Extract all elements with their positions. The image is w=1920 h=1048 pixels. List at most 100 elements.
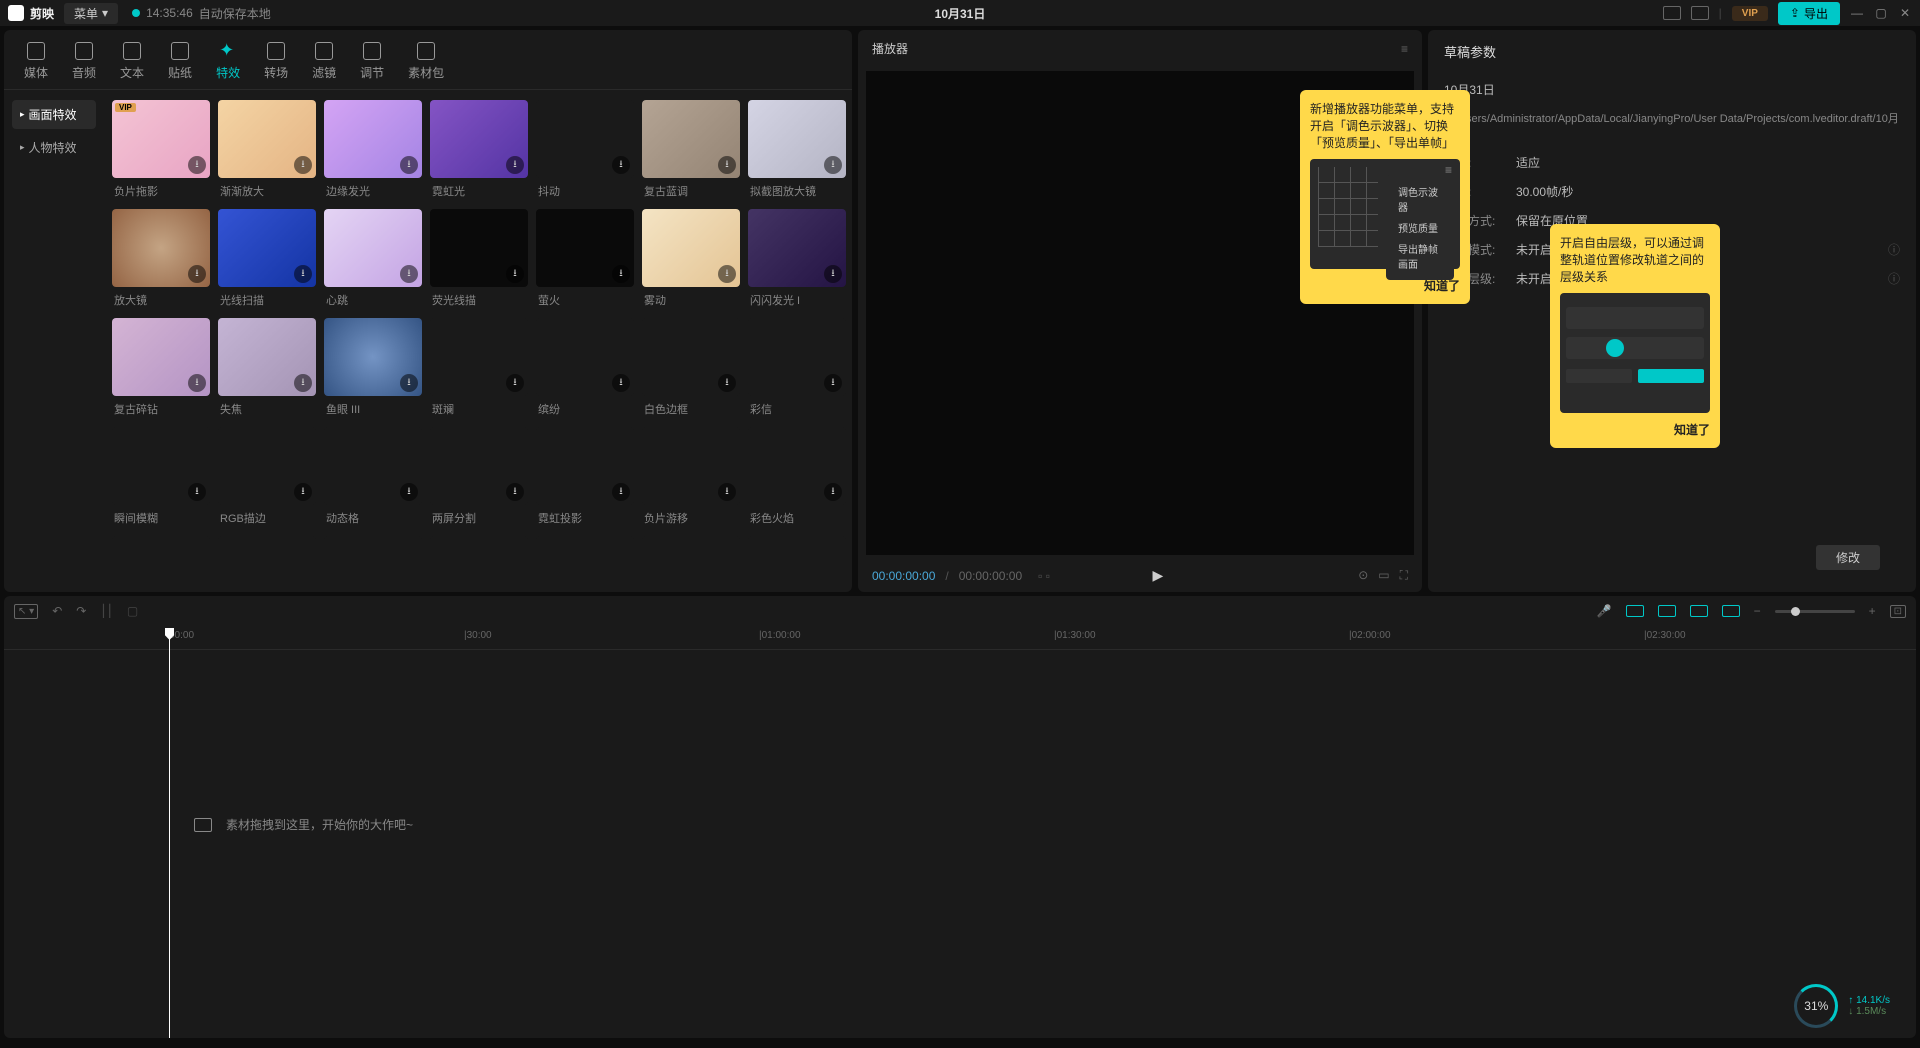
- effect-item[interactable]: ⭳斑斓: [430, 318, 528, 417]
- fullscreen-icon[interactable]: ⛶: [1400, 568, 1408, 583]
- tl-opt-1[interactable]: [1626, 605, 1644, 617]
- select-tool[interactable]: ↖ ▾: [14, 604, 38, 619]
- info-icon[interactable]: ⓘ: [1888, 270, 1900, 287]
- effect-item[interactable]: ⭳缤纷: [536, 318, 634, 417]
- download-icon[interactable]: ⭳: [718, 483, 736, 501]
- effect-item[interactable]: ⭳两屏分割: [430, 427, 528, 526]
- top-tab-6[interactable]: 滤镜: [304, 38, 344, 85]
- download-icon[interactable]: ⭳: [824, 483, 842, 501]
- shortcut-icon[interactable]: [1663, 6, 1681, 20]
- player-menu-icon[interactable]: ≡: [1401, 42, 1408, 56]
- download-icon[interactable]: ⭳: [506, 265, 524, 283]
- download-icon[interactable]: ⭳: [612, 374, 630, 392]
- zoom-fit-button[interactable]: ⊡: [1890, 605, 1906, 618]
- effect-item[interactable]: VIP⭳负片拖影: [112, 100, 210, 199]
- top-tab-7[interactable]: 调节: [352, 38, 392, 85]
- download-icon[interactable]: ⭳: [612, 265, 630, 283]
- download-icon[interactable]: ⭳: [506, 483, 524, 501]
- effect-item[interactable]: ⭳动态格: [324, 427, 422, 526]
- top-tab-4[interactable]: 特效: [208, 38, 248, 85]
- download-icon[interactable]: ⭳: [718, 265, 736, 283]
- effect-item[interactable]: ⭳霓虹光: [430, 100, 528, 199]
- ratio-icon[interactable]: ▭: [1378, 568, 1389, 583]
- effect-item[interactable]: ⭳瞬间模糊: [112, 427, 210, 526]
- effect-item[interactable]: ⭳RGB描边: [218, 427, 316, 526]
- top-tab-0[interactable]: 媒体: [16, 38, 56, 85]
- download-icon[interactable]: ⭳: [824, 156, 842, 174]
- top-tab-5[interactable]: 转场: [256, 38, 296, 85]
- info-icon[interactable]: ⓘ: [1888, 241, 1900, 258]
- effect-item[interactable]: ⭳抖动: [536, 100, 634, 199]
- download-icon[interactable]: ⭳: [188, 156, 206, 174]
- timeline[interactable]: 00:00|30:00|01:00:00|01:30:00|02:00:00|0…: [4, 626, 1916, 1038]
- maximize-button[interactable]: ▢: [1874, 6, 1888, 20]
- effect-item[interactable]: ⭳渐渐放大: [218, 100, 316, 199]
- category-1[interactable]: ▸ 人物特效: [12, 133, 96, 162]
- tl-opt-2[interactable]: [1658, 605, 1676, 617]
- download-icon[interactable]: ⭳: [718, 156, 736, 174]
- top-tab-3[interactable]: 贴纸: [160, 38, 200, 85]
- effect-item[interactable]: ⭳白色边框: [642, 318, 740, 417]
- effect-item[interactable]: ⭳放大镜: [112, 209, 210, 308]
- tl-opt-3[interactable]: [1690, 605, 1708, 617]
- download-icon[interactable]: ⭳: [824, 374, 842, 392]
- zoom-slider[interactable]: [1775, 610, 1855, 613]
- reset-view-icon[interactable]: ⊙: [1358, 568, 1368, 583]
- redo-button[interactable]: ↷: [76, 604, 86, 618]
- effect-item[interactable]: ⭳失焦: [218, 318, 316, 417]
- effect-item[interactable]: ⭳拟截图放大镜: [748, 100, 846, 199]
- download-icon[interactable]: ⭳: [188, 265, 206, 283]
- zoom-in-button[interactable]: +: [1869, 604, 1876, 618]
- download-icon[interactable]: ⭳: [506, 374, 524, 392]
- effect-item[interactable]: ⭳霓虹投影: [536, 427, 634, 526]
- effect-item[interactable]: ⭳鱼眼 III: [324, 318, 422, 417]
- download-icon[interactable]: ⭳: [506, 156, 524, 174]
- vip-badge[interactable]: VIP: [1732, 6, 1768, 21]
- effect-item[interactable]: ⭳复古碎钻: [112, 318, 210, 417]
- download-icon[interactable]: ⭳: [718, 374, 736, 392]
- download-icon[interactable]: ⭳: [294, 374, 312, 392]
- download-icon[interactable]: ⭳: [400, 374, 418, 392]
- download-icon[interactable]: ⭳: [294, 156, 312, 174]
- effect-item[interactable]: ⭳边缘发光: [324, 100, 422, 199]
- download-icon[interactable]: ⭳: [612, 483, 630, 501]
- record-audio-button[interactable]: 🎤: [1597, 604, 1612, 618]
- download-icon[interactable]: ⭳: [400, 265, 418, 283]
- download-icon[interactable]: ⭳: [294, 483, 312, 501]
- effect-item[interactable]: ⭳萤火: [536, 209, 634, 308]
- effect-item[interactable]: ⭳负片游移: [642, 427, 740, 526]
- effect-item[interactable]: ⭳心跳: [324, 209, 422, 308]
- effect-item[interactable]: ⭳荧光线描: [430, 209, 528, 308]
- download-icon[interactable]: ⭳: [294, 265, 312, 283]
- effect-item[interactable]: ⭳彩信: [748, 318, 846, 417]
- modify-button[interactable]: 修改: [1816, 545, 1880, 570]
- export-button[interactable]: ⇪ 导出: [1778, 2, 1840, 25]
- play-button[interactable]: ▶: [1152, 567, 1163, 584]
- top-tab-2[interactable]: 文本: [112, 38, 152, 85]
- download-icon[interactable]: ⭳: [188, 483, 206, 501]
- playhead[interactable]: [169, 628, 170, 1038]
- tooltip-ok-button[interactable]: 知道了: [1560, 421, 1710, 438]
- close-button[interactable]: ✕: [1898, 6, 1912, 20]
- tl-opt-4[interactable]: [1722, 605, 1740, 617]
- minimize-button[interactable]: —: [1850, 6, 1864, 20]
- download-icon[interactable]: ⭳: [400, 156, 418, 174]
- download-icon[interactable]: ⭳: [612, 156, 630, 174]
- effect-item[interactable]: ⭳彩色火焰: [748, 427, 846, 526]
- delete-button[interactable]: ▢: [127, 604, 138, 618]
- effect-item[interactable]: ⭳复古蓝调: [642, 100, 740, 199]
- download-icon[interactable]: ⭳: [400, 483, 418, 501]
- layout-icon[interactable]: [1691, 6, 1709, 20]
- split-button[interactable]: ⎮⎮: [100, 604, 113, 618]
- download-icon[interactable]: ⭳: [188, 374, 206, 392]
- download-icon[interactable]: ⭳: [824, 265, 842, 283]
- top-tab-1[interactable]: 音频: [64, 38, 104, 85]
- effect-item[interactable]: ⭳雾动: [642, 209, 740, 308]
- top-tab-8[interactable]: 素材包: [400, 38, 452, 85]
- undo-button[interactable]: ↶: [52, 604, 62, 618]
- effect-item[interactable]: ⭳光线扫描: [218, 209, 316, 308]
- effect-item[interactable]: ⭳闪闪发光 I: [748, 209, 846, 308]
- menu-button[interactable]: 菜单 ▾: [64, 3, 118, 24]
- category-0[interactable]: ▸ 画面特效: [12, 100, 96, 129]
- zoom-out-button[interactable]: −: [1754, 604, 1761, 618]
